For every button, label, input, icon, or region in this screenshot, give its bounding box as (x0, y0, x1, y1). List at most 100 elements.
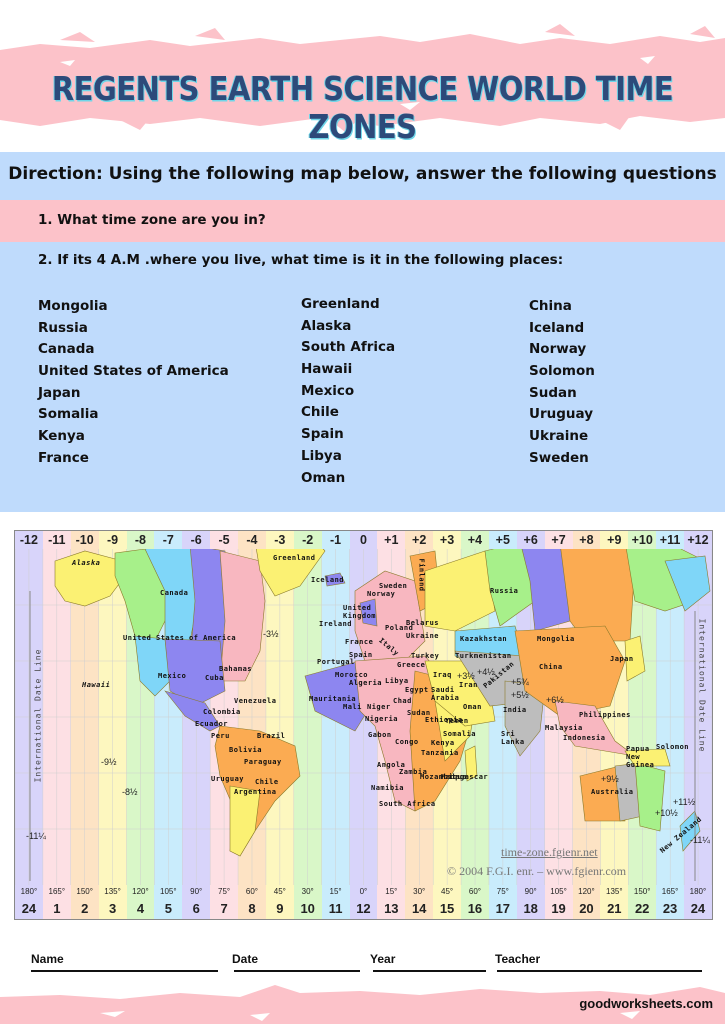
year-field[interactable] (373, 970, 486, 972)
places-column-2: Greenland Alaska South Africa Hawaii Mex… (301, 294, 395, 489)
offset-label: -3½ (263, 629, 279, 639)
map-label-uruguay: Chile (255, 778, 279, 786)
teacher-field[interactable] (497, 970, 702, 972)
map-label-bahamas: Bahamas (219, 665, 253, 673)
map-label-mauritania: Mauritania (309, 695, 357, 703)
questions-panel: Direction: Using the following map below… (0, 152, 725, 512)
longitude-label: 75° (210, 885, 238, 899)
map-label-greece: Greece (397, 661, 426, 669)
longitude-label: 180° (684, 885, 712, 899)
zone-offset-label: -7 (154, 531, 183, 549)
teacher-label: Teacher (495, 952, 541, 966)
offset-label: +9½ (601, 774, 619, 784)
place-item: Mexico (301, 382, 355, 399)
zone-offset-label: -8 (126, 531, 155, 549)
map-label-tanzania: Tanzania (421, 749, 459, 757)
hour-label: 21 (600, 899, 629, 919)
place-item: Greenland (301, 296, 380, 312)
place-item: Japan (38, 384, 81, 401)
longitude-label: 120° (126, 885, 155, 899)
place-item: Chile (301, 404, 339, 421)
map-label-kazakhstan: Kazakhstan (460, 635, 508, 643)
longitude-row: 180° 165° 150° 135° 120° 105° 90° 75° 60° 45° 30° 1… (15, 885, 712, 899)
longitude-label: 165° (656, 885, 684, 899)
map-label-indonesia: Indonesia (563, 734, 606, 742)
place-item: Sweden (529, 449, 589, 466)
map-credit-copyright: © 2004 F.G.I. enr. – www.fgienr.com (447, 864, 627, 878)
zone-offset-label: -5 (210, 531, 238, 549)
place-item: Spain (301, 426, 344, 443)
place-item: Somalia (38, 406, 99, 423)
place-item: Kenya (38, 428, 85, 445)
brand-link[interactable]: goodworksheets.com (579, 996, 713, 1011)
map-label-finland: Finland (417, 558, 426, 592)
map-credit-site: time-zone.fgienr.net (501, 845, 598, 859)
hour-row: 24 1 2 3 4 5 6 7 8 9 10 11 12 13 14 15 16 17 18 19 20 21 22 23 2… (15, 899, 712, 919)
place-item: Ukraine (529, 428, 589, 445)
zone-offset-label: -9 (98, 531, 127, 549)
hour-label: 12 (349, 899, 378, 919)
zone-offset-label: -4 (238, 531, 266, 549)
map-label-india: India (503, 706, 527, 714)
offset-label: +5¾ (511, 677, 529, 687)
longitude-label: 0° (349, 885, 378, 899)
zone-offset-label: -11 (42, 531, 71, 549)
zone-offset-label: +12 (684, 531, 712, 549)
map-label-yemen: Yemen (445, 717, 469, 725)
date-field[interactable] (234, 970, 360, 972)
longitude-label: 180° (15, 885, 43, 899)
map-label-alaska: Alaska (72, 559, 101, 567)
longitude-label: 150° (628, 885, 657, 899)
hour-label: 16 (461, 899, 489, 919)
hour-label: 1 (42, 899, 71, 919)
hour-label: 24 (15, 899, 43, 919)
map-label-madagascar: Madagascar (441, 773, 489, 781)
place-item: United States of America (38, 363, 229, 380)
hour-label: 9 (265, 899, 294, 919)
map-label-somalia: Somalia (443, 730, 477, 738)
map-label-sri-lanka: Sri Lanka (501, 730, 525, 746)
longitude-label: 165° (42, 885, 71, 899)
map-label-peru: Peru (211, 732, 230, 740)
place-item: Uruguay (529, 406, 593, 423)
hour-label: 13 (377, 899, 406, 919)
zone-offset-label: +10 (628, 531, 657, 549)
map-label-japan: Japan (610, 655, 634, 663)
map-label-norway: Norway (367, 590, 396, 598)
longitude-label: 120° (572, 885, 601, 899)
hour-label: 4 (126, 899, 155, 919)
map-label-nigeria: Nigeria (365, 715, 399, 723)
longitude-label: 15° (321, 885, 350, 899)
map-label-portugal: Portugal (317, 658, 355, 666)
offset-label: +4½ (477, 667, 495, 677)
map-label-ireland: Ireland (319, 620, 353, 628)
place-item: Russia (38, 319, 88, 336)
map-label-morocco: Morocco (335, 671, 369, 679)
map-label-cuba: Cuba (205, 674, 224, 682)
zone-offset-label: -6 (182, 531, 211, 549)
place-item: Oman (301, 469, 346, 486)
question-1: 1. What time zone are you in? (38, 212, 266, 228)
zone-offset-label: +9 (600, 531, 629, 549)
map-label-chad: Chad (393, 697, 412, 705)
hour-label: 15 (433, 899, 461, 919)
map-label-hawaii: Hawaii (82, 681, 111, 689)
place-item: China (529, 298, 572, 314)
map-label-libya: Libya (385, 677, 409, 685)
international-date-line-label-east: International Date Line (697, 618, 707, 753)
hour-label: 18 (516, 899, 545, 919)
name-field[interactable] (31, 970, 218, 972)
question-2: 2. If its 4 A.M .where you live, what ti… (38, 252, 564, 268)
map-label-china: China (539, 663, 563, 671)
map-label-ecuador: Ecuador (195, 720, 229, 728)
zone-offset-label: +6 (516, 531, 545, 549)
map-label-sweden: Sweden (379, 582, 408, 590)
zone-offset-label: -2 (293, 531, 322, 549)
landmass-australia-east (634, 762, 666, 832)
map-label-turkey: Turkey (411, 652, 440, 660)
zone-offset-label: +7 (544, 531, 573, 549)
map-label-congo: Congo (395, 738, 419, 746)
hour-label: 8 (238, 899, 266, 919)
map-label-bolivia: Bolivia (229, 746, 263, 754)
longitude-label: 30° (293, 885, 322, 899)
